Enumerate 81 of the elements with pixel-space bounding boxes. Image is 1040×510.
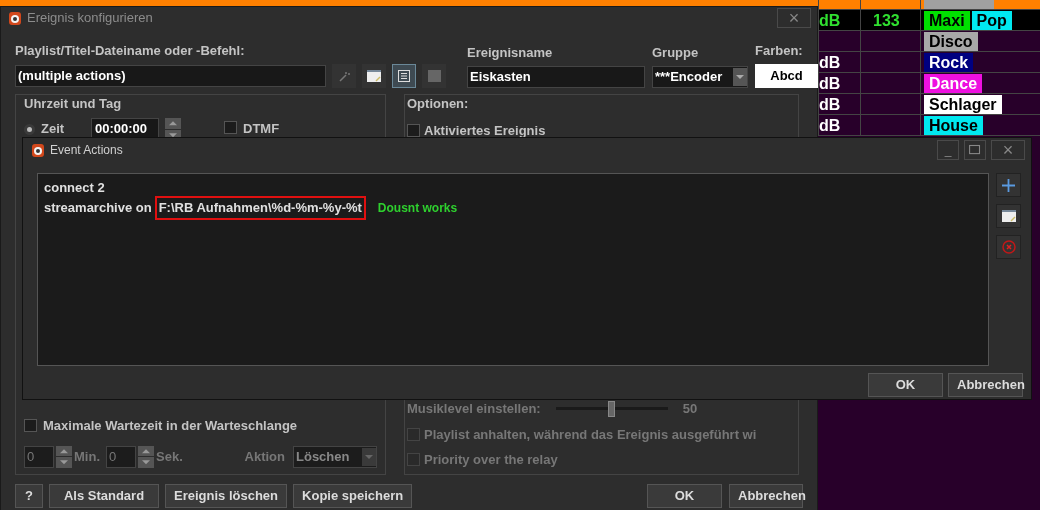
field-label: Gruppe (652, 44, 700, 62)
cancel-button[interactable]: Abbrechen (729, 483, 803, 508)
radio-button[interactable] (24, 123, 35, 135)
edit-button[interactable] (996, 204, 1021, 228)
dialog-button[interactable]: Ereignis löschen (165, 483, 288, 508)
spinner-arrows[interactable] (56, 445, 72, 468)
maximize-icon[interactable] (964, 140, 986, 160)
genre-tag: Schlager (924, 94, 1002, 114)
highlight-frame: F:\RB Aufnahmen\%d-%m-%y-%t (154, 196, 366, 220)
action-line[interactable]: streamarchive on (44, 198, 152, 218)
minutes-field[interactable]: 0 (24, 445, 54, 468)
genre-tag: Maxi (924, 10, 970, 30)
checkbox-label: Maximale Wartezeit in der Warteschlange (43, 417, 298, 435)
toolbar-button[interactable] (362, 63, 386, 88)
slider-value: 50 (682, 400, 698, 418)
minimize-button[interactable]: _ (937, 140, 959, 160)
spinner-arrows[interactable] (138, 445, 154, 468)
delete-button[interactable] (996, 235, 1021, 259)
field-label: Aktion (244, 447, 285, 466)
plus-icon (1002, 178, 1015, 192)
slider-label: Musiklevel einstellen: (407, 400, 541, 418)
ok-button[interactable]: OK (647, 483, 722, 508)
wand-icon (338, 69, 350, 82)
group-dropdown[interactable]: ***Encoder (652, 65, 748, 88)
table-cell: 133 (873, 12, 900, 29)
table-cell: dB (819, 117, 841, 134)
window-title: Ereignis konfigurieren (27, 9, 154, 28)
field-label: Ereignisname (467, 44, 554, 62)
checkbox-label: DTMF (243, 120, 280, 139)
table-cell: dB (819, 54, 841, 71)
help-button[interactable]: ? (15, 483, 43, 508)
caret-icon (362, 447, 376, 466)
toolbar-button[interactable] (392, 63, 416, 88)
genre-tag: Pop (971, 10, 1012, 30)
checkbox[interactable] (24, 419, 37, 433)
genre-tag: Disco (924, 31, 978, 51)
genre-tag: Rock (924, 52, 974, 72)
caret-icon (733, 67, 747, 86)
list-icon (398, 69, 410, 82)
field-label: Playlist/Titel-Dateiname oder -Befehl: (15, 42, 246, 60)
checkbox-label: Priority over the relay (424, 451, 558, 469)
color-sample[interactable]: Abcd (755, 63, 818, 88)
group-title: Uhrzeit und Tag (24, 94, 123, 113)
speaker-icon (8, 10, 22, 26)
close-button[interactable]: × (777, 8, 811, 28)
seconds-field[interactable]: 0 (106, 445, 136, 468)
unit-label: Sek. (156, 447, 183, 466)
add-button[interactable] (996, 173, 1021, 197)
genre-tag: Dance (924, 73, 983, 93)
actions-list[interactable]: connect 2 streamarchive on F:\RB Aufnahmen\%d-%m-%y-%t Dousnt works (37, 173, 989, 366)
checkbox-label: Playlist anhalten, während das Ereignis ausgeführt wi (424, 425, 757, 444)
action-dropdown[interactable]: Löschen (293, 445, 377, 468)
table-cell: dB (819, 12, 841, 29)
window-title: Event Actions (50, 142, 124, 159)
delete-icon (1001, 240, 1016, 254)
close-button[interactable]: × (991, 140, 1025, 160)
dialog-button[interactable]: Als Standard (49, 483, 159, 508)
unit-label: Min. (74, 447, 100, 466)
dialog-button[interactable]: Kopie speichern (293, 483, 413, 508)
annotation-text: Dousnt works (377, 200, 458, 217)
note-icon (367, 69, 381, 82)
ok-button[interactable]: OK (868, 373, 943, 397)
slider-thumb[interactable] (608, 400, 616, 417)
cancel-button[interactable]: Abbrechen (948, 373, 1023, 397)
table-cell: dB (819, 96, 841, 113)
checkbox[interactable] (407, 124, 420, 138)
action-line[interactable]: connect 2 (44, 178, 105, 198)
genre-tag: House (924, 115, 983, 135)
time-field[interactable]: 00:00:00 (91, 118, 159, 140)
checkbox-label: Aktiviertes Ereignis (424, 122, 546, 140)
checkbox[interactable] (224, 121, 237, 134)
group-title: Optionen: (407, 94, 470, 113)
square-icon (427, 69, 441, 82)
input-field[interactable]: Eiskasten (467, 65, 645, 88)
speaker-icon (31, 142, 45, 158)
input-field[interactable]: (multiple actions) (15, 64, 326, 87)
field-label: Farben: (755, 42, 804, 60)
note-icon (1001, 210, 1016, 222)
slider[interactable] (555, 400, 668, 417)
radio-label: Zeit (41, 120, 66, 139)
table-cell: dB (819, 75, 841, 92)
